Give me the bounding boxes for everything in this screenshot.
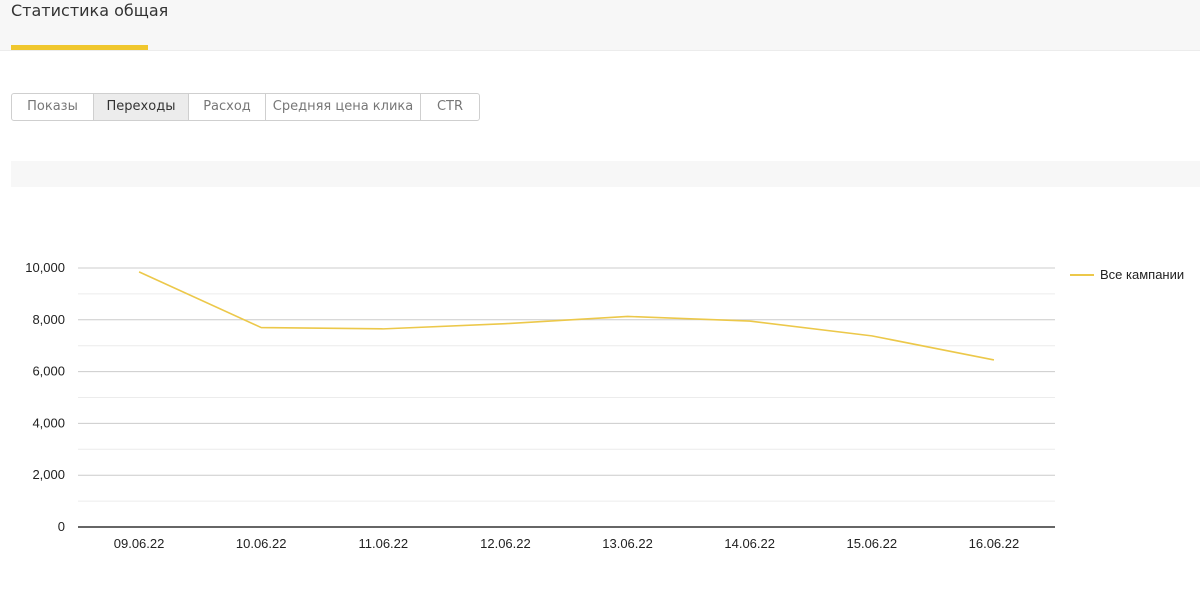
line-chart: 10,000 8,000 6,000 4,000 2,000 0 09.06.22 10.06… [25, 260, 1184, 551]
x-tick-label: 12.06.22 [480, 536, 531, 551]
x-tick-label: 14.06.22 [724, 536, 775, 551]
y-tick-label: 0 [58, 519, 65, 534]
y-tick-label: 2,000 [32, 467, 65, 482]
x-tick-label: 13.06.22 [602, 536, 653, 551]
x-tick-label: 10.06.22 [236, 536, 287, 551]
y-tick-label: 4,000 [32, 415, 65, 430]
legend-label[interactable]: Все кампании [1100, 267, 1184, 282]
x-tick-label: 16.06.22 [969, 536, 1020, 551]
x-tick-label: 09.06.22 [114, 536, 165, 551]
y-tick-label: 6,000 [32, 364, 65, 379]
x-tick-label: 11.06.22 [358, 536, 408, 551]
series-line [138, 271, 995, 361]
y-tick-label: 8,000 [32, 312, 65, 327]
x-tick-label: 15.06.22 [847, 536, 898, 551]
y-tick-label: 10,000 [25, 260, 65, 275]
